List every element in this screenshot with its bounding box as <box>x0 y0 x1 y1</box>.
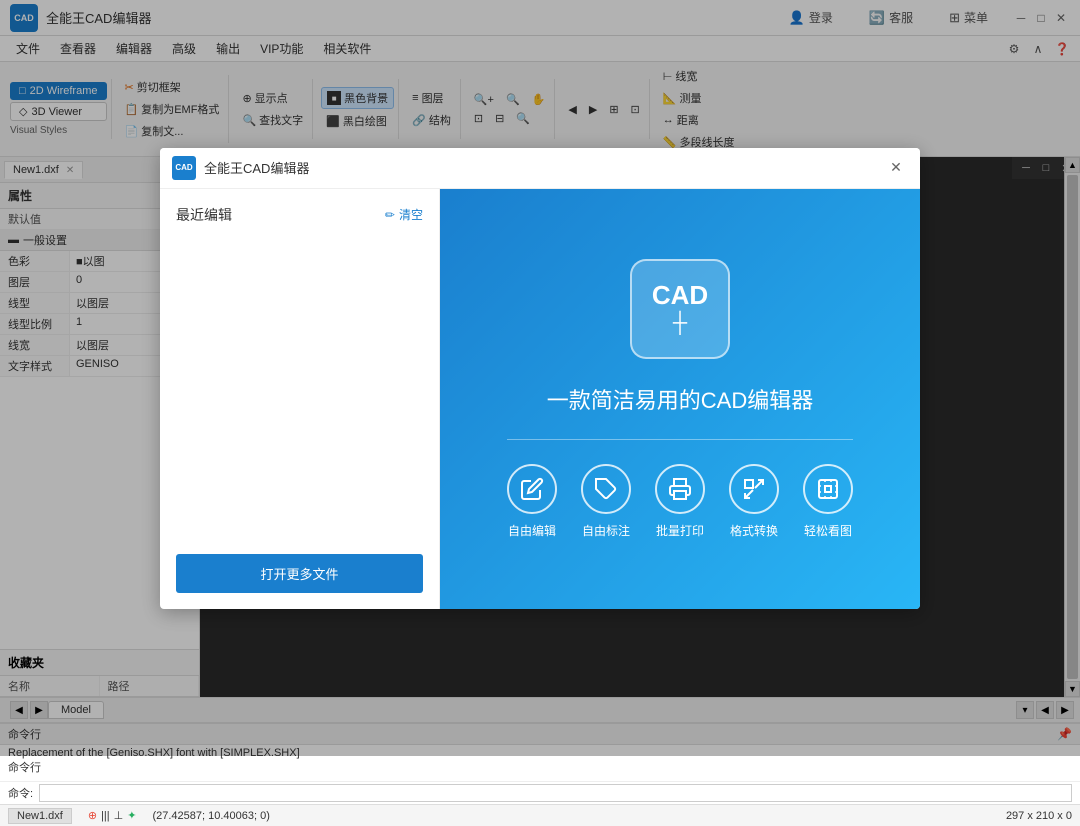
modal-divider <box>507 439 853 440</box>
feature-convert: 格式转换 <box>729 464 779 539</box>
status-icon-cursor: ✦ <box>127 809 136 822</box>
app-slogan: 一款简洁易用的CAD编辑器 <box>547 383 813 415</box>
feature-tag: 自由标注 <box>581 464 631 539</box>
feature-print: 批量打印 <box>655 464 705 539</box>
feature-edit: 自由编辑 <box>507 464 557 539</box>
feature-print-icon-circle <box>655 464 705 514</box>
feature-convert-label: 格式转换 <box>730 522 778 539</box>
open-more-button[interactable]: 打开更多文件 <box>176 554 423 593</box>
feature-edit-label: 自由编辑 <box>508 522 556 539</box>
command-line2: 命令行 <box>8 759 1072 775</box>
welcome-dialog: CAD 全能王CAD编辑器 ✕ 最近编辑 ✏ 清空 打开更多文件 <box>160 148 920 609</box>
feature-view: 轻松看图 <box>803 464 853 539</box>
feature-print-label: 批量打印 <box>656 522 704 539</box>
coord-display: (27.42587; 10.40063; 0) <box>152 810 269 822</box>
modal-body: 最近编辑 ✏ 清空 打开更多文件 CAD ┼ 一款简洁易用的CAD编辑器 <box>160 189 920 609</box>
cad-logo-large: CAD ┼ <box>630 259 730 359</box>
modal-right-panel: CAD ┼ 一款简洁易用的CAD编辑器 自由编辑 <box>440 189 920 609</box>
feature-tag-label: 自由标注 <box>582 522 630 539</box>
eraser-icon: ✏ <box>385 208 395 222</box>
edit-icon <box>520 477 544 501</box>
cad-logo-text: CAD <box>652 282 708 308</box>
status-icon-grid: ⊕ <box>88 809 97 822</box>
recent-title: 最近编辑 <box>176 205 232 225</box>
command-input-label: 命令: <box>8 785 33 801</box>
status-icon-ortho: ⊥ <box>114 809 124 822</box>
modal-logo: CAD <box>172 156 196 180</box>
status-bar: New1.dxf ⊕ ||| ⊥ ✦ (27.42587; 10.40063; … <box>0 804 1080 826</box>
convert-icon <box>742 477 766 501</box>
feature-view-label: 轻松看图 <box>804 522 852 539</box>
modal-overlay[interactable]: CAD 全能王CAD编辑器 ✕ 最近编辑 ✏ 清空 打开更多文件 <box>0 0 1080 756</box>
status-icons: ⊕ ||| ⊥ ✦ <box>88 809 137 822</box>
modal-titlebar: CAD 全能王CAD编辑器 ✕ <box>160 148 920 189</box>
clear-recent-button[interactable]: ✏ 清空 <box>385 206 423 223</box>
feature-view-icon-circle <box>803 464 853 514</box>
size-display: 297 x 210 x 0 <box>1006 810 1072 822</box>
modal-left-panel: 最近编辑 ✏ 清空 打开更多文件 <box>160 189 440 609</box>
cad-logo-cross: ┼ <box>673 312 687 335</box>
feature-edit-icon-circle <box>507 464 557 514</box>
status-icon-snap: ||| <box>101 810 110 822</box>
modal-title: 全能王CAD编辑器 <box>204 158 884 177</box>
recent-files-list <box>176 241 423 554</box>
file-tab: New1.dxf <box>8 808 72 824</box>
command-input-row: 命令: <box>0 781 1080 804</box>
clear-btn-label: 清空 <box>399 206 423 223</box>
tag-icon <box>594 477 618 501</box>
view-icon <box>816 477 840 501</box>
command-input[interactable] <box>39 784 1072 802</box>
feature-tag-icon-circle <box>581 464 631 514</box>
features-row: 自由编辑 自由标注 批量打印 <box>507 464 853 539</box>
modal-close-button[interactable]: ✕ <box>884 156 908 180</box>
modal-logo-text: CAD <box>175 163 192 172</box>
feature-convert-icon-circle <box>729 464 779 514</box>
recent-header: 最近编辑 ✏ 清空 <box>176 205 423 225</box>
print-icon <box>668 477 692 501</box>
